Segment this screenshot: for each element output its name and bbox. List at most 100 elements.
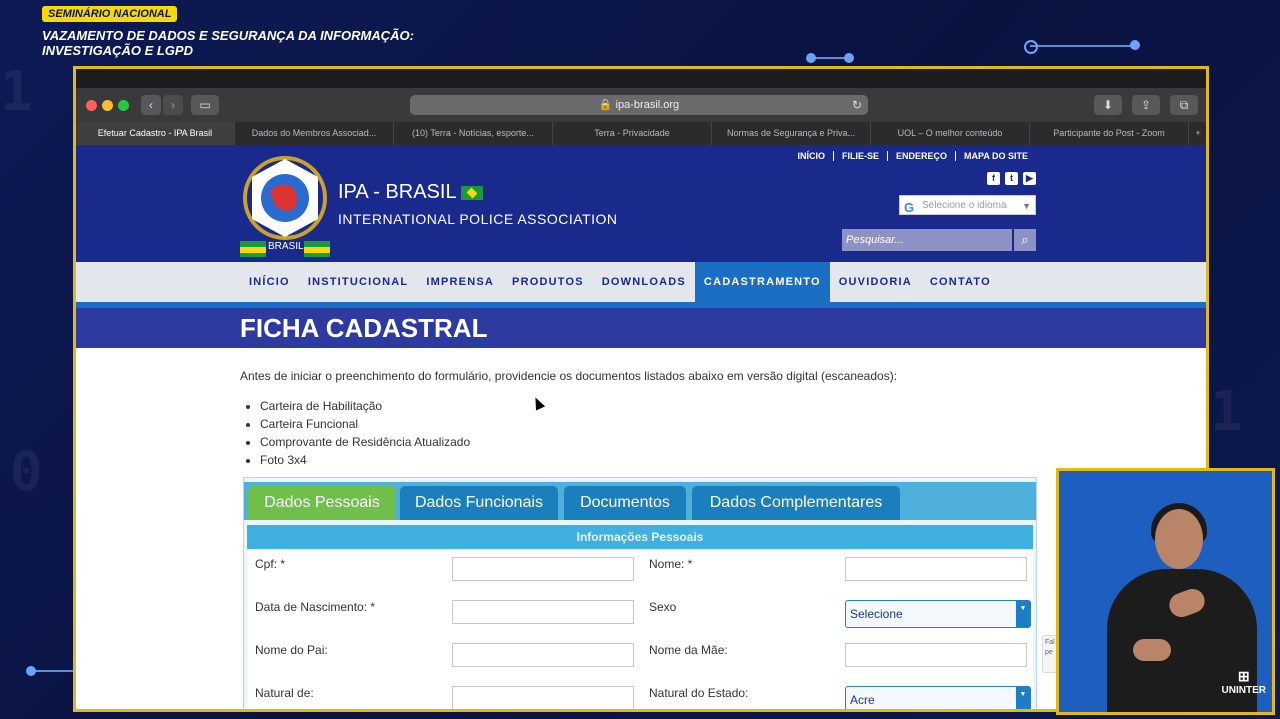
tab-dados-funcionais[interactable]: Dados Funcionais (400, 486, 558, 520)
tab-dados-complementares[interactable]: Dados Complementares (692, 486, 900, 520)
browser-tab[interactable]: (10) Terra - Notícias, esporte... (394, 122, 553, 145)
list-item: Foto 3x4 (260, 451, 1040, 469)
background-digits: 1 (0, 60, 33, 123)
nav-cadastramento[interactable]: CADASTRAMENTO (694, 262, 830, 302)
chevron-left-icon: ‹ (149, 98, 153, 112)
share-icon: ⇪ (1140, 98, 1152, 112)
toplink-mapa[interactable]: MAPA DO SITE (954, 151, 1036, 161)
language-selector[interactable]: G Selecione o idioma ▼ (899, 195, 1036, 215)
facebook-icon[interactable]: f (987, 172, 1000, 185)
registration-form: Dados Pessoais Dados Funcionais Document… (243, 477, 1037, 709)
decorative-dot (1130, 40, 1140, 50)
search-input[interactable]: Pesquisar... (842, 229, 1012, 251)
browser-window: ‹ › ▭ 🔒 ipa-brasil.org ↻ ⬇ ⇪ ⧉ Efetuar C… (73, 66, 1209, 712)
tab-dados-pessoais[interactable]: Dados Pessoais (248, 486, 396, 520)
uninter-logo-icon: ⊞ (1237, 668, 1250, 684)
window-titlebar (76, 69, 1206, 88)
download-icon: ⬇ (1102, 98, 1114, 112)
zoom-window-button[interactable] (118, 100, 129, 111)
decorative-dot (844, 53, 854, 63)
site-name: IPA - BRASIL (338, 181, 483, 204)
chevron-down-icon: ▼ (1022, 201, 1031, 211)
forward-button[interactable]: › (163, 95, 183, 115)
sign-language-interpreter: ⊞ UNINTER (1056, 468, 1275, 715)
tab-documentos[interactable]: Documentos (564, 486, 686, 520)
search-button[interactable]: ⌕ (1014, 229, 1036, 251)
close-window-button[interactable] (86, 100, 97, 111)
intro-text: Antes de iniciar o preenchimento do form… (240, 369, 898, 383)
google-icon: G (904, 200, 915, 215)
minimize-window-button[interactable] (102, 100, 113, 111)
section-header: Informações Pessoais (247, 525, 1033, 549)
page-title: FICHA CADASTRAL (240, 313, 488, 343)
nav-imprensa[interactable]: IMPRENSA (417, 262, 503, 302)
browser-tab[interactable]: Participante do Post - Zoom (1030, 122, 1189, 145)
chevron-right-icon: › (171, 98, 175, 112)
url-text: ipa-brasil.org (615, 99, 680, 111)
toplink-inicio[interactable]: INÍCIO (789, 151, 833, 161)
form-tab-bar: Dados Pessoais Dados Funcionais Document… (244, 482, 1036, 520)
tabs-icon: ⧉ (1179, 98, 1189, 112)
twitter-icon[interactable]: t (1005, 172, 1018, 185)
form-row: Natural de: Natural do Estado: Acre ▼ (247, 679, 1033, 709)
pai-input[interactable] (452, 643, 634, 667)
interpreter-hand (1133, 639, 1171, 661)
nav-contato[interactable]: CONTATO (921, 262, 1000, 302)
natural-input[interactable] (452, 686, 634, 709)
sidebar-toggle-button[interactable]: ▭ (191, 95, 219, 115)
mae-label: Nome da Mãe: (649, 643, 728, 657)
nascimento-label: Data de Nascimento: * (255, 600, 376, 614)
nav-downloads[interactable]: DOWNLOADS (593, 262, 695, 302)
brazil-flag-icon (460, 185, 483, 200)
background-digits: 1 (1210, 380, 1243, 443)
form-row: Data de Nascimento: * Sexo Selecione ▼ (247, 593, 1033, 636)
chevron-down-icon: ▼ (1016, 687, 1030, 709)
social-links: f t ▶ (987, 172, 1036, 185)
browser-tab[interactable]: Dados do Membros Associad... (235, 122, 394, 145)
browser-tab[interactable]: Normas de Segurança e Priva... (712, 122, 871, 145)
nav-ouvidoria[interactable]: OUVIDORIA (830, 262, 921, 302)
page-title-band: FICHA CADASTRAL (76, 308, 1206, 348)
sidebar-icon: ▭ (199, 98, 211, 112)
nav-inicio[interactable]: INÍCIO (240, 262, 299, 302)
cpf-input[interactable] (452, 557, 634, 581)
browser-tab[interactable]: Terra - Privacidade (553, 122, 712, 145)
nascimento-input[interactable] (452, 600, 634, 624)
page-content: Antes de iniciar o preenchimento do form… (240, 369, 1040, 469)
tab-bar: Efetuar Cadastro - IPA Brasil Dados do M… (76, 122, 1206, 145)
nome-label: Nome: * (649, 557, 693, 571)
form-row: Cpf: * Nome: * (247, 550, 1033, 593)
list-item: Comprovante de Residência Atualizado (260, 433, 1040, 451)
address-bar[interactable]: 🔒 ipa-brasil.org ↻ (410, 95, 868, 115)
toplink-filie-se[interactable]: FILIE-SE (832, 151, 887, 161)
back-button[interactable]: ‹ (141, 95, 161, 115)
sexo-label: Sexo (649, 600, 677, 614)
nome-input[interactable] (845, 557, 1027, 581)
new-tab-button[interactable]: + (1189, 122, 1206, 145)
top-links: INÍCIO FILIE-SE ENDEREÇO MAPA DO SITE (789, 151, 1036, 161)
site-header: BRASIL IPA - BRASIL INTERNATIONAL POLICE… (76, 145, 1206, 262)
browser-tab[interactable]: Efetuar Cadastro - IPA Brasil (76, 122, 235, 145)
form-row: Nome do Pai: Nome da Mãe: (247, 636, 1033, 679)
ipa-logo[interactable]: BRASIL (240, 153, 330, 259)
sexo-select[interactable]: Selecione ▼ (845, 600, 1031, 628)
reload-icon[interactable]: ↻ (852, 95, 862, 115)
nav-produtos[interactable]: PRODUTOS (503, 262, 593, 302)
nav-institucional[interactable]: INSTITUCIONAL (299, 262, 418, 302)
logo-label: BRASIL (268, 241, 304, 252)
youtube-icon[interactable]: ▶ (1023, 172, 1036, 185)
share-button[interactable]: ⇪ (1132, 95, 1160, 115)
seminar-badge: SEMINÁRIO NACIONAL (42, 6, 178, 22)
brand-logo: ⊞ UNINTER (1221, 668, 1266, 696)
natural-label: Natural de: (255, 686, 314, 700)
tab-overview-button[interactable]: ⧉ (1170, 95, 1198, 115)
site-subtitle: INTERNATIONAL POLICE ASSOCIATION (338, 211, 618, 227)
mae-input[interactable] (845, 643, 1027, 667)
estado-select[interactable]: Acre ▼ (845, 686, 1031, 709)
downloads-button[interactable]: ⬇ (1094, 95, 1122, 115)
decorative-dot (806, 53, 816, 63)
pai-label: Nome do Pai: (255, 643, 328, 657)
browser-tab[interactable]: UOL – O melhor conteúdo (871, 122, 1030, 145)
toplink-endereco[interactable]: ENDEREÇO (886, 151, 955, 161)
interpreter-head (1155, 509, 1203, 569)
